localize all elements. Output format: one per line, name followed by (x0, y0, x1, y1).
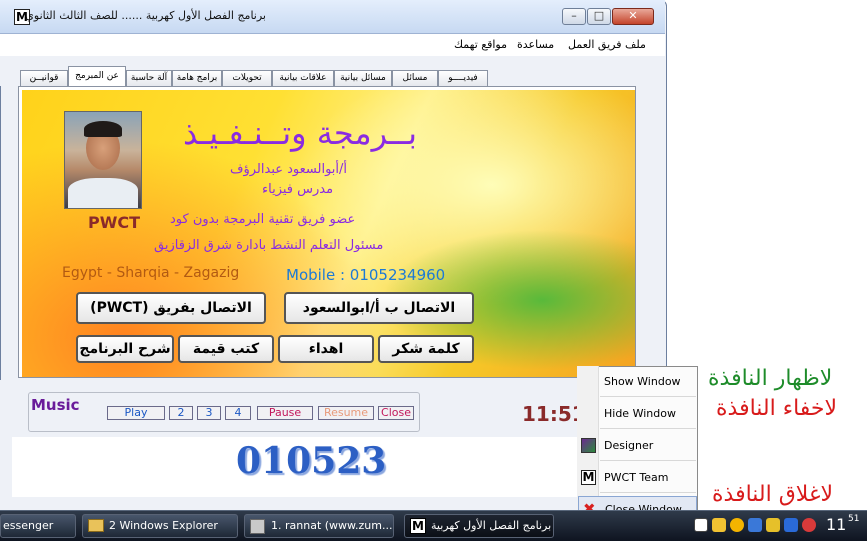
tray-m-icon[interactable] (694, 518, 708, 532)
contact-author-button[interactable]: الاتصال ب أ/ابوالسعود (284, 292, 474, 324)
tray-monitor-icon[interactable] (784, 518, 798, 532)
photo-hair (84, 121, 122, 137)
show-window-menu-item[interactable]: Show Window (578, 367, 697, 395)
taskbar-app[interactable]: برنامج الفصل الأول كهربية .... (404, 514, 554, 538)
menu-sites[interactable]: مواقع تهمك (454, 38, 507, 51)
tray-pencil-icon[interactable] (766, 518, 780, 532)
tab-video[interactable]: فيديــــو (438, 70, 488, 87)
taskbar-browser[interactable]: 1. rannat (www.zum... (244, 514, 394, 538)
tray-network-icon[interactable] (748, 518, 762, 532)
tray-security-icon[interactable] (802, 518, 816, 532)
tab-laws[interactable]: قوانيــن (20, 70, 68, 87)
menu-separator (600, 428, 696, 429)
tab-graph-relations[interactable]: علاقات بيانية (272, 70, 334, 87)
minimize-button[interactable]: – (562, 8, 586, 25)
pwct-label: PWCT (88, 213, 141, 232)
window-title: برنامج الفصل الأول كهربية ...... للصف ال… (25, 9, 266, 22)
photo-shirt (68, 178, 138, 208)
pwct-team-label: PWCT Team (604, 471, 669, 484)
music-track-2-button[interactable]: 2 (169, 406, 193, 420)
maximize-button[interactable]: □ (587, 8, 611, 25)
music-track-3-button[interactable]: 3 (197, 406, 221, 420)
browser-icon (250, 519, 265, 534)
music-track-4-button[interactable]: 4 (225, 406, 251, 420)
taskbar-explorer[interactable]: 2 Windows Explorer (82, 514, 238, 538)
designer-icon (581, 438, 596, 453)
author-location: Egypt - Sharqia - Zagazig (62, 265, 240, 281)
music-label: Music (31, 396, 80, 414)
dedication-button[interactable]: اهداء (278, 335, 374, 363)
tray-smiley-icon[interactable] (730, 518, 744, 532)
menu-team[interactable]: فريق العمل (568, 38, 621, 51)
taskbar-messenger[interactable]: essenger (0, 514, 76, 538)
menu-separator (600, 396, 696, 397)
about-heading: بــرمجة وتــنـفـيـذ (183, 114, 417, 152)
menu-separator (600, 460, 696, 461)
tab-graph-problems[interactable]: مسائل بيانية (334, 70, 392, 87)
valuable-books-button[interactable]: كتب قيمة (178, 335, 274, 363)
tab-programs[interactable]: برامج هامة (172, 70, 222, 87)
tab-conversions[interactable]: تحويلات (222, 70, 272, 87)
thanks-button[interactable]: كلمة شكر (378, 335, 474, 363)
author-role: مدرس فيزياء (262, 182, 334, 197)
close-window-button[interactable]: ✕ (612, 8, 654, 25)
hide-window-label: Hide Window (604, 407, 676, 420)
author-name: أ/أبوالسعود عبدالرؤف (230, 162, 348, 177)
music-resume-button[interactable]: Resume (318, 406, 374, 420)
author-responsibility: مسئول التعلم النشط بادارة شرق الزقازيق (154, 238, 384, 253)
program-explain-button[interactable]: شرح البرنامج (76, 335, 174, 363)
tab-problems[interactable]: مسائل (392, 70, 438, 87)
hide-window-menu-item[interactable]: Hide Window (578, 399, 697, 427)
hide-window-hint: لاخفاء النافذة (716, 396, 838, 421)
big-number-display: 010523 (236, 440, 387, 482)
tab-calculator[interactable]: آلة حاسبة (126, 70, 172, 87)
close-window-hint: لاغلاق النافذة (712, 482, 833, 507)
designer-label: Designer (604, 439, 654, 452)
taskbar-clock[interactable]: 11 (826, 515, 846, 534)
show-window-label: Show Window (604, 375, 681, 388)
pwct-m-icon: M (581, 470, 596, 485)
tab-about-programmer[interactable]: عن المبرمج (68, 66, 126, 87)
menu-separator (600, 492, 696, 493)
menu-bar (0, 34, 665, 56)
tray-shield-icon[interactable] (712, 518, 726, 532)
music-play-button[interactable]: Play (107, 406, 165, 420)
taskbar-clock-minutes: 51 (848, 514, 860, 524)
author-mobile: Mobile : 0105234960 (286, 266, 446, 284)
show-window-hint: لاظهار النافذة (708, 366, 833, 391)
music-close-button[interactable]: Close (378, 406, 414, 420)
contact-team-button[interactable]: الاتصال بفريق (PWCT) (76, 292, 266, 324)
folder-icon (88, 519, 104, 532)
app-taskbar-icon: M (410, 518, 426, 534)
menu-file[interactable]: ملف (625, 38, 646, 51)
music-pause-button[interactable]: Pause (257, 406, 313, 420)
menu-help[interactable]: مساعدة (517, 38, 554, 51)
team-membership: عضو فريق تقنية البرمجة بدون كود (170, 212, 356, 227)
